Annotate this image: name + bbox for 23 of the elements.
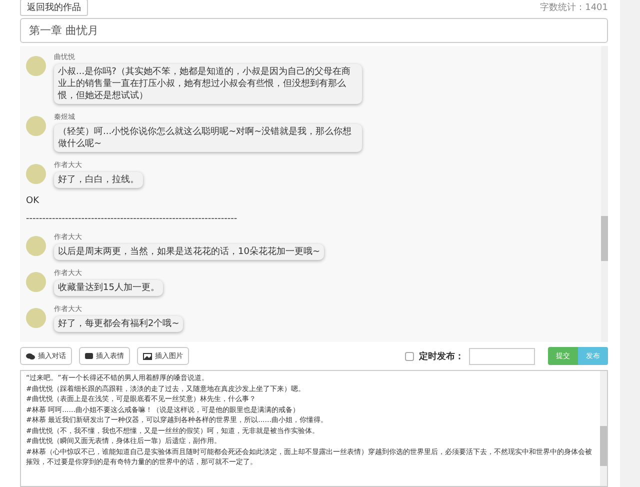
schedule-time-field[interactable] [469,348,535,364]
avatar [26,116,46,136]
message-bubble: （轻笑）呵...小悦你说你怎么就这么聪明呢~对啊~没错就是我，那么你想做什么呢~ [54,124,362,152]
message-bubble: 小叔...是你吗?（其实她不笨，她都是知道的，小叔是因为自己的父母在商业上的销售量一直在打压小叔，她有想过小叔会有些恨，但没想到有那么恨，但她还是想试试） [54,64,362,104]
avatar [26,56,46,76]
speech-bubbles-icon [26,352,35,360]
message-bubble: 以后是周末两更，当然，如果是送花花的话，10朵花花加一更哦~ [54,244,324,260]
word-count: 字数统计：1401 [540,2,608,14]
avatar [26,164,46,184]
avatar [26,272,46,292]
avatar [26,308,46,328]
message-bubble: 好了，白白，拉线。 [54,172,143,188]
chat-text: OK [26,196,40,206]
message-bubble: 收藏量达到15人加一更。 [54,280,164,296]
avatar [26,236,46,256]
back-button[interactable]: 返回我的作品 [20,0,88,16]
message-bubble: 好了，每更都会有福利2个哦~ [54,316,184,332]
chapter-title-field[interactable]: 第一章 曲忧月 [20,18,608,43]
image-icon [143,352,152,360]
schedule-checkbox[interactable] [405,352,414,360]
scrollbar[interactable] [601,46,608,342]
schedule-label: 定时发布： [419,350,464,362]
chat-text: ----------------------------------------------------------------- [26,214,238,224]
